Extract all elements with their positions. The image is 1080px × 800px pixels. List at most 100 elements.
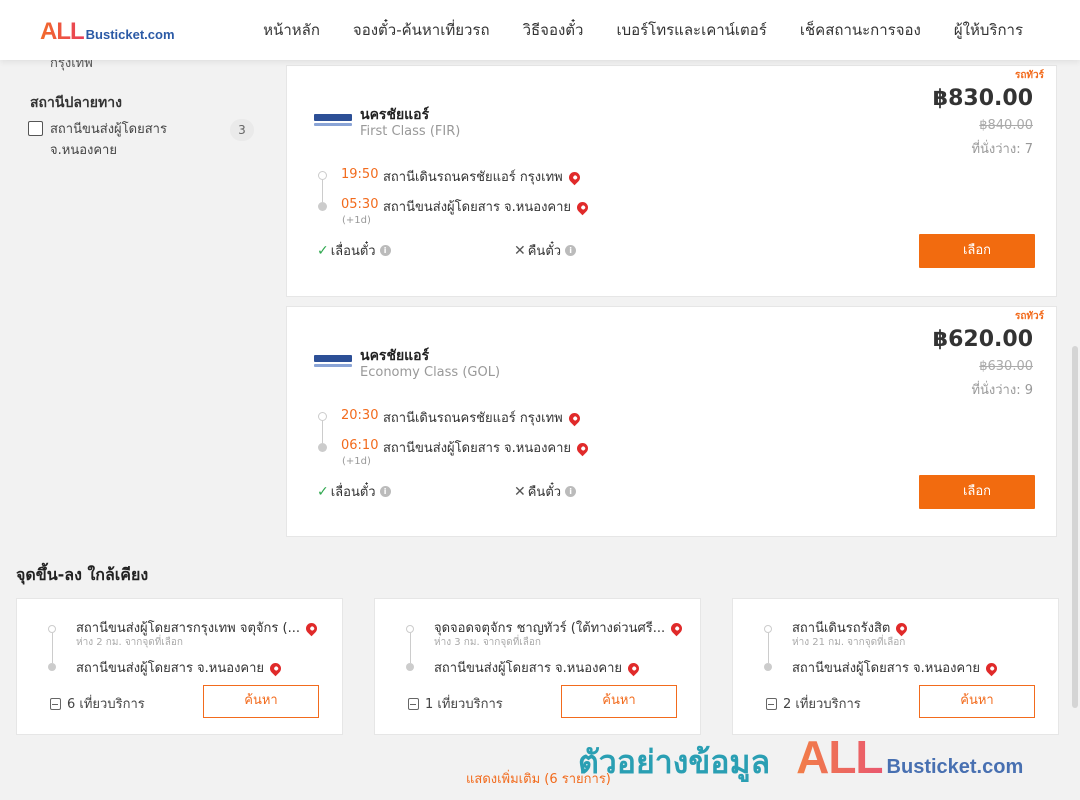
info-icon[interactable]: i: [379, 245, 391, 256]
destination-dot: [406, 663, 414, 671]
origin-dot: [48, 625, 56, 633]
depart-dot: [318, 171, 327, 180]
nav-home[interactable]: หน้าหลัก: [263, 18, 320, 42]
arrive-station: สถานีขนส่งผู้โดยสาร จ.หนองคาย: [383, 437, 591, 458]
map-pin-icon[interactable]: [574, 199, 591, 216]
nearby-trip-count: 2 เที่ยวบริการ: [766, 693, 861, 714]
nearby-distance: ห่าง 21 กม. จากจุดที่เลือก: [792, 637, 906, 648]
depart-station-name: สถานีเดินรถนครชัยแอร์ กรุงเทพ: [383, 170, 563, 185]
search-button[interactable]: ค้นหา: [203, 685, 319, 718]
original-price: ฿630.00: [979, 359, 1033, 374]
watermark-logo-site: Busticket.com: [886, 756, 1024, 778]
nearby-card: สถานีขนส่งผู้โดยสารกรุงเทพ จตุจักร (... …: [16, 598, 343, 735]
depart-station: สถานีเดินรถนครชัยแอร์ กรุงเทพ: [383, 407, 582, 428]
nav-how-to-book[interactable]: วิธีจองตั๋ว: [523, 18, 584, 42]
nearby-destination: สถานีขนส่งผู้โดยสาร จ.หนองคาย: [76, 657, 284, 678]
nearby-destination-name: สถานีขนส่งผู้โดยสาร จ.หนองคาย: [792, 661, 981, 676]
map-pin-icon[interactable]: [303, 620, 320, 637]
refund-label: คืนตั๋ว: [527, 244, 562, 259]
show-more-link[interactable]: แสดงเพิ่มเติม (6 รายการ): [466, 768, 611, 789]
info-icon[interactable]: i: [565, 245, 577, 256]
map-pin-icon[interactable]: [574, 440, 591, 457]
destination-count-badge: 3: [230, 119, 254, 141]
timeline-line: [322, 180, 323, 202]
origin-dot: [764, 625, 772, 633]
cross-icon: ✕: [514, 483, 526, 500]
main-nav: หน้าหลัก จองตั๋ว-ค้นหาเที่ยวรถ วิธีจองตั…: [263, 0, 1023, 60]
reschedule-label: เลื่อนตั๋ว: [330, 485, 376, 500]
search-button[interactable]: ค้นหา: [919, 685, 1035, 718]
map-pin-icon[interactable]: [267, 660, 284, 677]
arrive-time: 05:30: [341, 197, 379, 212]
depart-time: 19:50: [341, 167, 379, 182]
check-icon: ✓: [317, 483, 329, 500]
arrive-dot: [318, 443, 327, 452]
seat-class: First Class (FIR): [360, 124, 461, 139]
info-icon[interactable]: i: [565, 486, 577, 497]
bus-type-tag: รถทัวร์: [1014, 70, 1044, 81]
map-pin-icon[interactable]: [983, 660, 1000, 677]
destination-dot: [764, 663, 772, 671]
depart-dot: [318, 412, 327, 421]
nearby-origin-name: สถานีขนส่งผู้โดยสารกรุงเทพ จตุจักร (...: [76, 621, 300, 636]
bus-icon: [766, 697, 777, 710]
logo-all: ALL: [40, 18, 85, 45]
logo-site: Busticket.com: [85, 27, 175, 42]
map-pin-icon[interactable]: [566, 410, 582, 427]
reschedule-label: เลื่อนตั๋ว: [330, 244, 376, 259]
trip-card: รถทัวร์ นครชัยแอร์ Economy Class (GOL) ฿…: [286, 306, 1057, 537]
nav-check-status[interactable]: เช็คสถานะการจอง: [800, 18, 921, 42]
map-pin-icon[interactable]: [894, 620, 910, 637]
destination-dot: [48, 663, 56, 671]
depart-time: 20:30: [341, 408, 379, 423]
top-header: ALL Busticket.com หน้าหลัก จองตั๋ว-ค้นหา…: [0, 0, 1080, 60]
nearby-destination: สถานีขนส่งผู้โดยสาร จ.หนองคาย: [434, 657, 642, 678]
nav-operators[interactable]: ผู้ให้บริการ: [954, 18, 1023, 42]
arrive-station-name: สถานีขนส่งผู้โดยสาร จ.หนองคาย: [383, 200, 572, 215]
nearby-trip-count: 1 เที่ยวบริการ: [408, 693, 503, 714]
depart-station-name: สถานีเดินรถนครชัยแอร์ กรุงเทพ: [383, 411, 563, 426]
nearby-destination-name: สถานีขนส่งผู้โดยสาร จ.หนองคาย: [434, 661, 623, 676]
nearby-distance: ห่าง 3 กม. จากจุดที่เลือก: [434, 637, 541, 648]
arrive-dot: [318, 202, 327, 211]
watermark: ตัวอย่างข้อมูล ALL Busticket.com: [578, 730, 1023, 788]
nearby-card: จุดจอดจตุจักร ชาญทัวร์ (ใต้ทางด่วนศรี...…: [374, 598, 701, 735]
bus-icon: [408, 697, 419, 710]
map-pin-icon[interactable]: [668, 620, 685, 637]
seats-available: ที่นั่งว่าง: 9: [971, 383, 1033, 398]
destination-filter-title: สถานีปลายทาง: [30, 95, 122, 111]
nearby-distance: ห่าง 2 กม. จากจุดที่เลือก: [76, 637, 183, 648]
map-pin-icon[interactable]: [625, 660, 642, 677]
depart-station: สถานีเดินรถนครชัยแอร์ กรุงเทพ: [383, 166, 582, 187]
destination-option-label: สถานีขนส่งผู้โดยสาร จ.หนองคาย: [50, 122, 167, 158]
check-icon: ✓: [317, 242, 329, 259]
seats-available: ที่นั่งว่าง: 7: [971, 142, 1033, 157]
trip-count-label: 6 เที่ยวบริการ: [67, 697, 145, 712]
refund-policy: ✕ คืนตั๋ว i: [514, 240, 577, 261]
nav-book-search[interactable]: จองตั๋ว-ค้นหาเที่ยวรถ: [353, 18, 490, 42]
refund-policy: ✕ คืนตั๋ว i: [514, 481, 577, 502]
site-logo[interactable]: ALL Busticket.com: [40, 18, 175, 46]
nav-phone-counter[interactable]: เบอร์โทรและเคาน์เตอร์: [616, 18, 766, 42]
arrive-station: สถานีขนส่งผู้โดยสาร จ.หนองคาย: [383, 196, 591, 217]
timeline-line: [410, 633, 411, 663]
nearby-trip-count: 6 เที่ยวบริการ: [50, 693, 145, 714]
nearby-origin-name: สถานีเดินรถรังสิต: [792, 621, 891, 636]
arrive-time: 06:10: [341, 438, 379, 453]
info-icon[interactable]: i: [379, 486, 391, 497]
operator-logo: [314, 114, 352, 130]
trip-count-label: 1 เที่ยวบริการ: [425, 697, 503, 712]
select-button[interactable]: เลือก: [919, 234, 1035, 268]
destination-checkbox[interactable]: [28, 121, 43, 136]
search-button[interactable]: ค้นหา: [561, 685, 677, 718]
arrive-station-name: สถานีขนส่งผู้โดยสาร จ.หนองคาย: [383, 441, 572, 456]
original-price: ฿840.00: [979, 118, 1033, 133]
next-day-label: (+1d): [342, 456, 371, 467]
next-day-label: (+1d): [342, 215, 371, 226]
page-scrollbar[interactable]: [1072, 346, 1078, 708]
cross-icon: ✕: [514, 242, 526, 259]
destination-filter-option[interactable]: สถานีขนส่งผู้โดยสาร จ.หนองคาย 3: [28, 119, 254, 161]
map-pin-icon[interactable]: [566, 169, 582, 186]
price: ฿620.00: [932, 327, 1033, 352]
select-button[interactable]: เลือก: [919, 475, 1035, 509]
